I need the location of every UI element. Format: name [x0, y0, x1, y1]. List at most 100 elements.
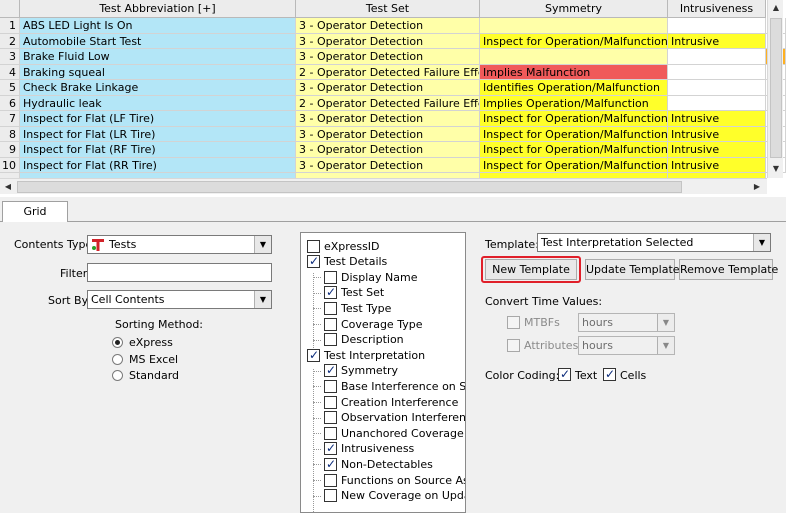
test-abbreviation-cell[interactable]: ABS LED Light Is On — [20, 18, 296, 34]
chevron-down-icon[interactable]: ▼ — [254, 236, 271, 253]
chevron-down-icon[interactable]: ▼ — [657, 337, 674, 354]
test-abbreviation-cell[interactable]: Brake Fluid Low — [20, 49, 296, 65]
intrusiveness-cell[interactable]: Intrusive — [668, 111, 766, 127]
row-number-cell[interactable]: 7 — [0, 111, 20, 127]
tree-item[interactable]: Intrusiveness — [324, 441, 414, 456]
table-row[interactable]: 9 Inspect for Flat (RF Tire) 3 - Operator … — [0, 142, 786, 158]
test-abbreviation-cell[interactable]: Inspect for Flat (RR Tire) — [20, 157, 296, 173]
tree-item[interactable]: Test Details — [307, 254, 387, 269]
test-set-cell[interactable]: 2 - Operator Detected Failure Effects — [296, 64, 480, 80]
radio-ms-excel[interactable]: MS Excel — [112, 353, 178, 366]
intrusiveness-cell[interactable] — [668, 80, 766, 96]
symmetry-cell[interactable] — [480, 49, 668, 65]
row-number-cell[interactable]: 2 — [0, 33, 20, 49]
table-row[interactable]: 1 ABS LED Light Is On 3 - Operator Detecti… — [0, 18, 786, 34]
column-header-intrusiveness[interactable]: Intrusiveness — [668, 0, 766, 18]
tree-item-checkbox[interactable] — [324, 363, 337, 378]
row-number-cell[interactable]: 1 — [0, 18, 20, 34]
tree-item[interactable]: eXpressID — [307, 239, 380, 253]
symmetry-cell[interactable]: Implies Malfunction — [480, 64, 668, 80]
test-abbreviation-cell[interactable]: Inspect for Flat (LF Tire) — [20, 111, 296, 127]
chevron-down-icon[interactable]: ▼ — [254, 291, 271, 308]
column-header-symmetry[interactable]: Symmetry — [480, 0, 668, 18]
intrusiveness-cell[interactable]: Intrusive — [668, 33, 766, 49]
table-row[interactable]: 8 Inspect for Flat (LR Tire) 3 - Operator … — [0, 126, 786, 142]
test-set-cell[interactable]: 3 - Operator Detection — [296, 18, 480, 34]
tree-item[interactable]: Test Type — [324, 301, 391, 315]
tree-item-checkbox[interactable] — [324, 473, 337, 487]
tree-item-checkbox[interactable] — [324, 379, 337, 393]
new-template-button[interactable]: New Template — [485, 259, 577, 280]
grid-vertical-scrollbar[interactable]: ▲ ▼ — [767, 0, 783, 178]
column-header-test-set[interactable]: Test Set — [296, 0, 480, 18]
test-set-cell[interactable]: 3 - Operator Detection — [296, 157, 480, 173]
text-color-checkbox[interactable] — [558, 367, 571, 381]
scroll-left-icon[interactable]: ◀ — [1, 180, 15, 194]
test-set-cell[interactable]: 3 - Operator Detection — [296, 49, 480, 65]
chevron-down-icon[interactable]: ▼ — [657, 314, 674, 331]
row-number-cell[interactable]: 5 — [0, 80, 20, 96]
symmetry-cell[interactable]: Identifies Operation/Malfunction — [480, 80, 668, 96]
tree-item[interactable]: Coverage Type — [324, 317, 422, 331]
tree-item[interactable]: Symmetry — [324, 363, 398, 378]
tree-item-checkbox[interactable] — [324, 333, 337, 347]
radio-button[interactable] — [112, 337, 123, 348]
symmetry-cell[interactable] — [480, 18, 668, 34]
tree-item-checkbox[interactable] — [324, 457, 337, 471]
tree-item-checkbox[interactable] — [307, 348, 320, 362]
tree-item-checkbox[interactable] — [324, 285, 337, 300]
tree-item-checkbox[interactable] — [324, 411, 337, 425]
tree-item[interactable]: New Coverage on Update — [324, 489, 465, 503]
test-abbreviation-cell[interactable]: Braking squeal — [20, 64, 296, 80]
test-abbreviation-cell[interactable]: Inspect for Flat (LR Tire) — [20, 126, 296, 142]
test-set-cell[interactable]: 2 - Operator Detected Failure Effects — [296, 95, 480, 111]
intrusiveness-cell[interactable] — [668, 49, 766, 65]
test-abbreviation-cell[interactable]: Automobile Start Test — [20, 33, 296, 49]
tree-item-checkbox[interactable] — [324, 489, 337, 503]
radio-button[interactable] — [112, 370, 123, 381]
tab-grid-control[interactable]: Grid Control — [2, 201, 68, 237]
test-set-cell[interactable]: 3 - Operator Detection — [296, 126, 480, 142]
intrusiveness-cell[interactable] — [668, 64, 766, 80]
tree-item[interactable]: Base Interference on State — [324, 379, 465, 393]
row-number-cell[interactable]: 6 — [0, 95, 20, 111]
row-number-cell[interactable]: 3 — [0, 49, 20, 65]
table-row[interactable]: 4 Braking squeal 2 - Operator Detected Fai… — [0, 64, 786, 80]
symmetry-cell[interactable]: Inspect for Operation/Malfunction — [480, 33, 668, 49]
tree-item[interactable]: Observation Interference — [324, 411, 465, 425]
cells-color-checkbox[interactable] — [603, 367, 616, 381]
intrusiveness-cell[interactable] — [668, 18, 766, 34]
row-number-cell[interactable]: 10 — [0, 157, 20, 173]
template-select[interactable]: Test Interpretation Selected ▼ — [537, 233, 771, 252]
radio-button[interactable] — [112, 354, 123, 365]
data-grid[interactable]: Test Abbreviation [+] Test Set Symmetry … — [0, 0, 786, 197]
tree-item[interactable]: Functions on Source Asse — [324, 473, 465, 487]
column-header-test-abbreviation[interactable]: Test Abbreviation [+] — [20, 0, 296, 18]
symmetry-cell[interactable]: Inspect for Operation/Malfunction — [480, 126, 668, 142]
symmetry-cell[interactable]: Inspect for Operation/Malfunction — [480, 157, 668, 173]
test-set-cell[interactable]: 3 - Operator Detection — [296, 33, 480, 49]
radio-express[interactable]: eXpress — [112, 336, 173, 349]
contents-type-select[interactable]: Tests ▼ — [87, 235, 272, 254]
row-number-cell[interactable]: 4 — [0, 64, 20, 80]
test-abbreviation-cell[interactable]: Hydraulic leak — [20, 95, 296, 111]
mtbfs-checkbox[interactable] — [507, 316, 520, 329]
tree-item[interactable]: Test Set — [324, 285, 384, 300]
tree-item-checkbox[interactable] — [324, 426, 337, 440]
row-number-cell[interactable]: 8 — [0, 126, 20, 142]
attributes-checkbox[interactable] — [507, 339, 520, 352]
tree-item[interactable]: Creation Interference — [324, 395, 458, 409]
table-row[interactable]: 10 Inspect for Flat (RR Tire) 3 - Operator… — [0, 157, 786, 173]
scroll-right-icon[interactable]: ▶ — [750, 180, 764, 194]
tree-item[interactable]: Non-Detectables — [324, 457, 433, 471]
scroll-down-icon[interactable]: ▼ — [769, 162, 783, 176]
tree-item[interactable]: Display Name — [324, 270, 418, 284]
attributes-unit-select[interactable]: hours ▼ — [578, 336, 675, 355]
sort-by-select[interactable]: Cell Contents ▼ — [87, 290, 272, 309]
tree-item-checkbox[interactable] — [324, 270, 337, 284]
tree-item-checkbox[interactable] — [307, 254, 320, 269]
test-set-cell[interactable]: 3 - Operator Detection — [296, 80, 480, 96]
tree-item[interactable]: Description — [324, 333, 404, 347]
tree-item[interactable]: Unanchored Coverage — [324, 426, 464, 440]
tree-item[interactable]: Test Interpretation — [307, 348, 425, 362]
